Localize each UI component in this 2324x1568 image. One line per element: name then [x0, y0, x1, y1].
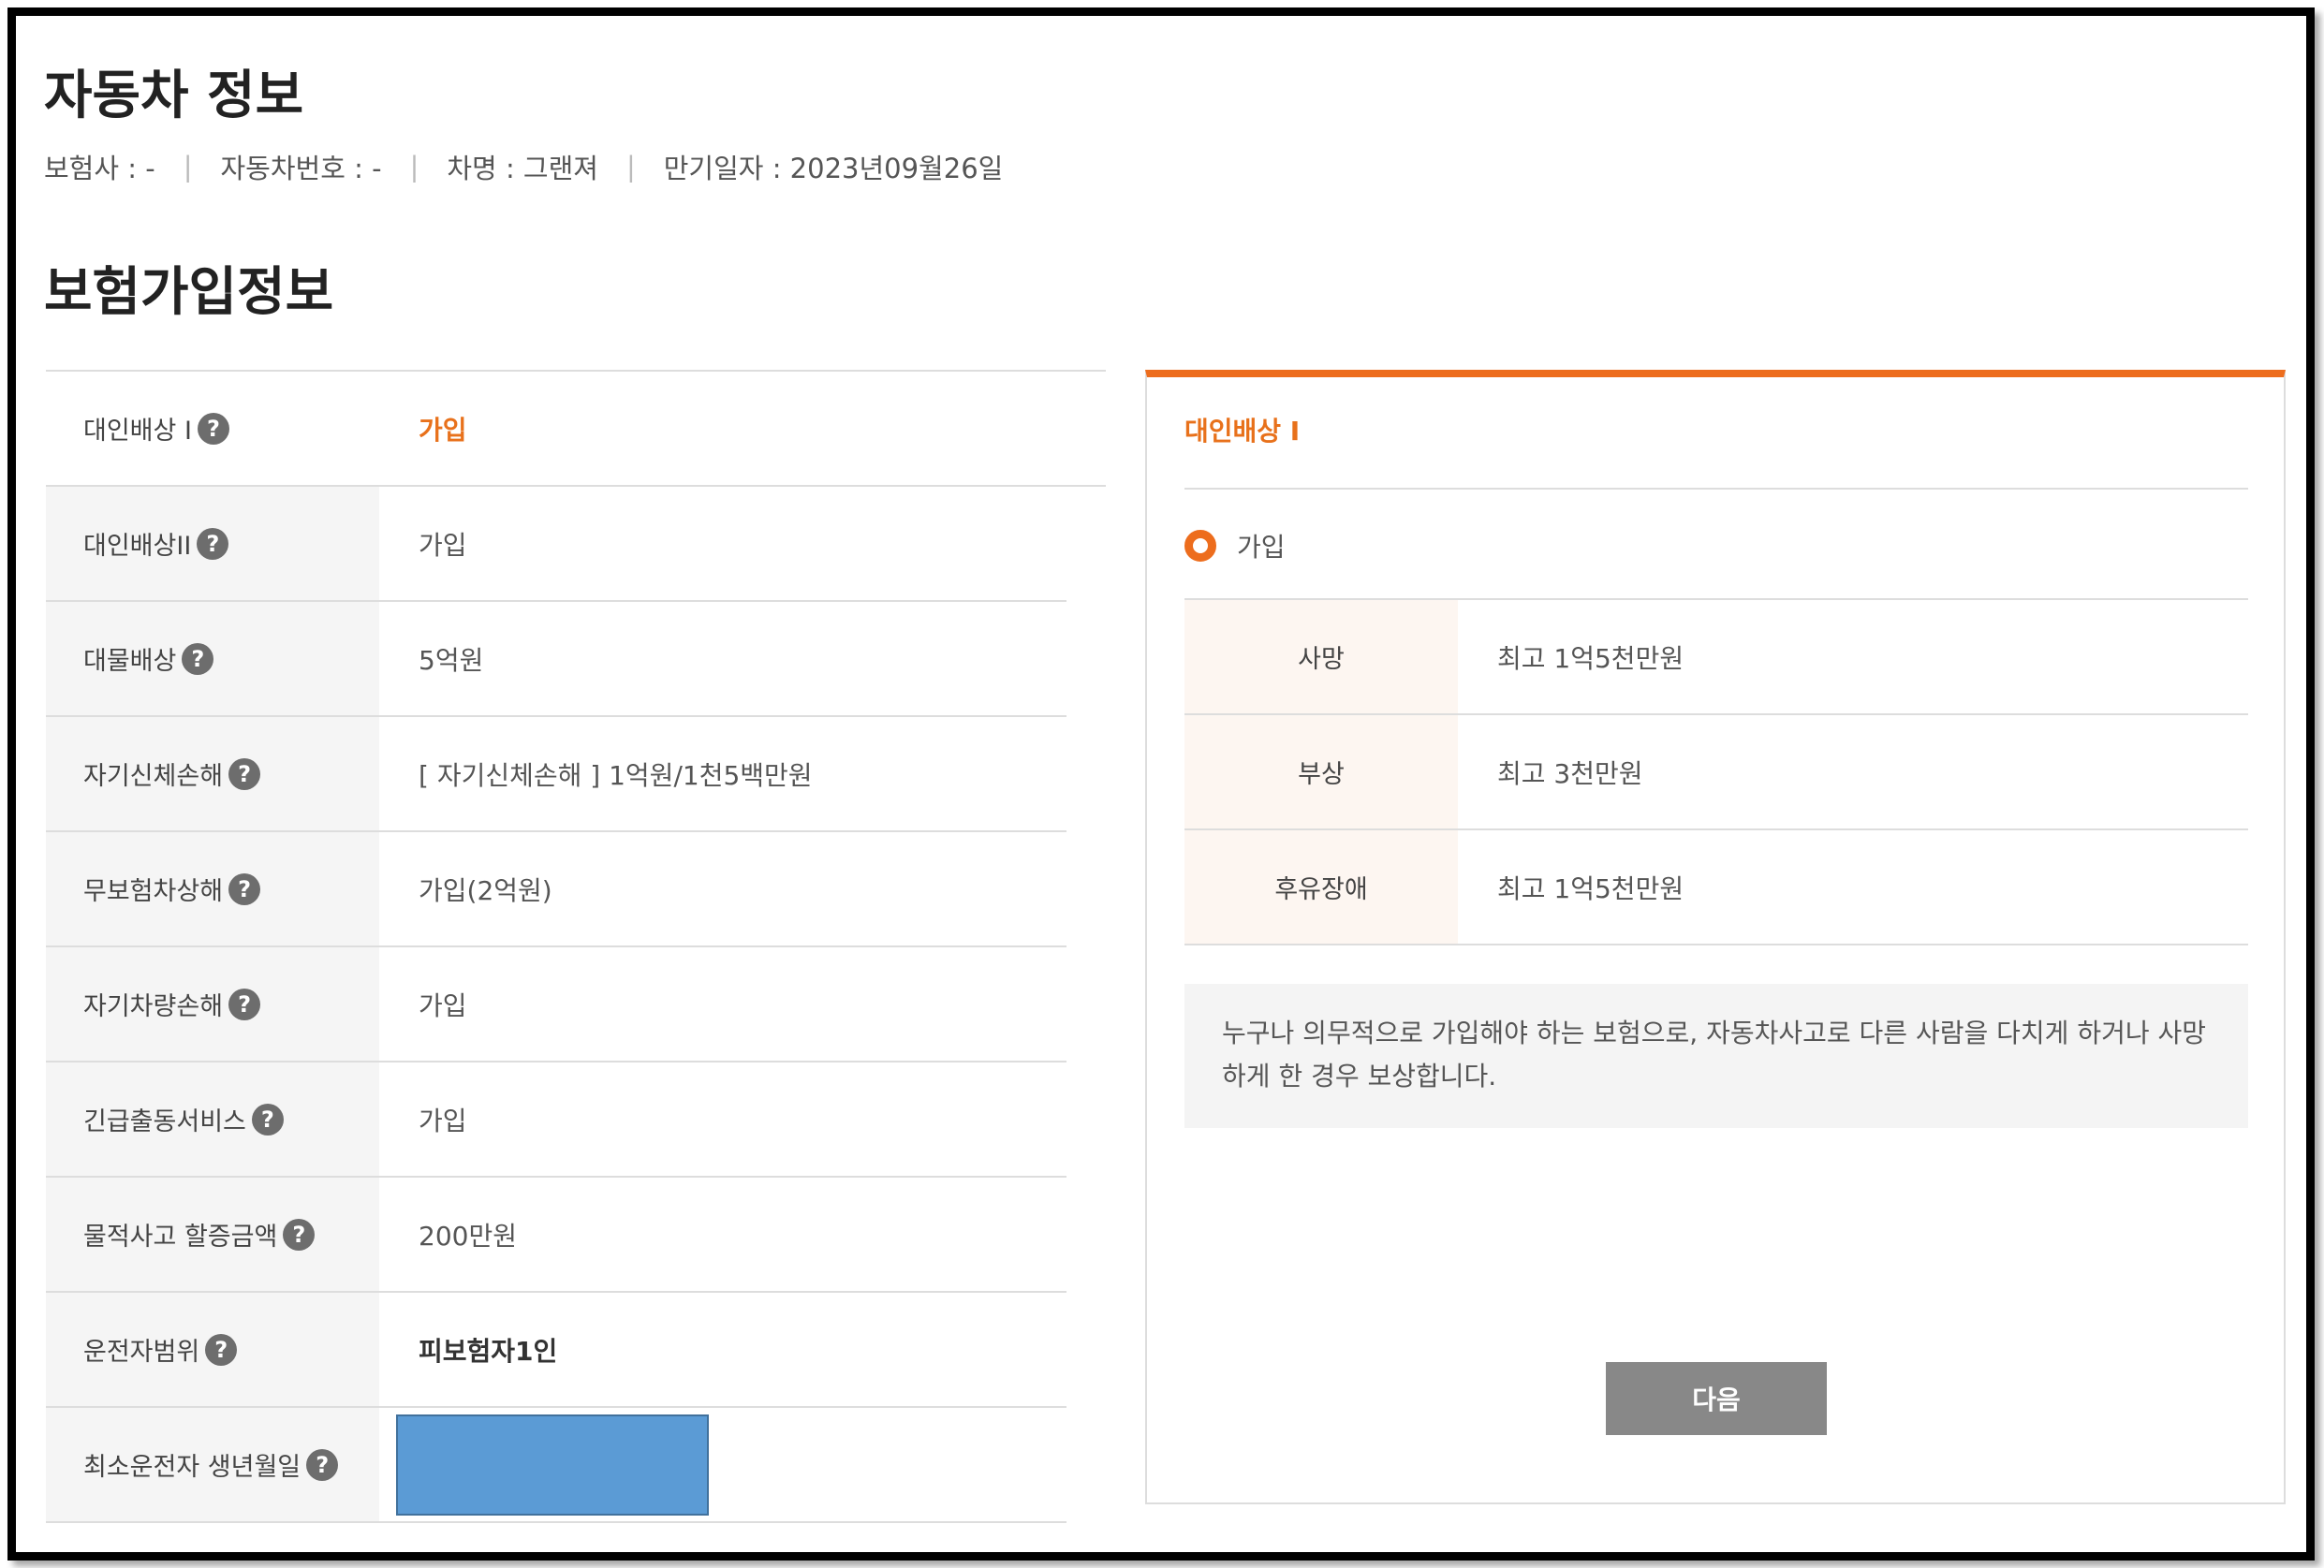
- row-label-text: 최소운전자 생년월일: [83, 1453, 302, 1482]
- row-label-text: 대물배상: [83, 647, 177, 676]
- help-icon[interactable]: ?: [228, 872, 261, 905]
- help-icon[interactable]: ?: [283, 1218, 316, 1251]
- car-info-bar: 보험사 : - | 자동차번호 : - | 차명 : 그랜져 | 만기일자 : …: [44, 147, 1003, 186]
- panel-title: 대인배상 I: [1184, 416, 1301, 447]
- row-label: 대물배상?: [46, 602, 379, 715]
- row-label: 대인배상II?: [46, 487, 379, 600]
- divider: |: [409, 151, 419, 183]
- help-icon[interactable]: ?: [228, 988, 261, 1020]
- row-value: [ 자기신체손해 ] 1억원/1천5백만원: [419, 759, 813, 791]
- coverage-value: 최고 1억5천만원: [1497, 872, 1684, 904]
- row-value: 200만원: [419, 1220, 517, 1252]
- help-icon[interactable]: ?: [251, 1103, 284, 1136]
- row-label-text: 무보험차상해: [83, 877, 224, 906]
- row-label-text: 자기신체손해: [83, 762, 224, 791]
- car-info-title: 자동차 정보: [44, 66, 304, 126]
- help-icon[interactable]: ?: [197, 412, 229, 445]
- table-row[interactable]: 물적사고 할증금액? 200만원: [46, 1178, 1066, 1293]
- radio-selected-icon[interactable]: [1184, 530, 1216, 562]
- row-label-text: 운전자범위: [83, 1338, 200, 1367]
- next-button[interactable]: 다음: [1606, 1362, 1827, 1435]
- coverage-key: 후유장애: [1184, 830, 1458, 944]
- table-row[interactable]: 최소운전자 생년월일?: [46, 1408, 1066, 1523]
- row-label: 자기신체손해?: [46, 717, 379, 830]
- row-label-text: 대인배상 I: [83, 417, 192, 446]
- coverage-detail-panel: 대인배상 I 가입 사망 최고 1억5천만원 부상 최고 3천만원 후유장애 최…: [1145, 370, 2286, 1504]
- divider: |: [183, 151, 193, 183]
- coverage-description: 누구나 의무적으로 가입해야 하는 보험으로, 자동차사고로 다른 사람을 다치…: [1184, 984, 2248, 1128]
- row-label: 물적사고 할증금액?: [46, 1178, 379, 1291]
- help-icon[interactable]: ?: [182, 642, 214, 675]
- screenshot-frame: 자동차 정보 보험사 : - | 자동차번호 : - | 차명 : 그랜져 | …: [7, 7, 2315, 1561]
- row-value: 가입: [419, 529, 467, 561]
- coverage-key: 부상: [1184, 715, 1458, 828]
- insurance-info-title: 보험가입정보: [44, 262, 334, 323]
- row-label: 최소운전자 생년월일?: [46, 1408, 379, 1521]
- car-number-text: 자동차번호 : -: [220, 153, 382, 184]
- coverage-value: 최고 1억5천만원: [1497, 642, 1684, 674]
- table-row: 후유장애 최고 1억5천만원: [1184, 830, 2248, 945]
- car-name-text: 차명 : 그랜져: [447, 153, 598, 184]
- help-icon[interactable]: ?: [228, 757, 261, 790]
- row-label-text: 긴급출동서비스: [83, 1107, 246, 1136]
- help-icon[interactable]: ?: [205, 1333, 238, 1366]
- row-label-text: 물적사고 할증금액: [83, 1223, 278, 1252]
- row-value: 가입(2억원): [419, 874, 552, 906]
- table-row[interactable]: 대인배상 I? 가입: [46, 370, 1106, 487]
- row-label: 무보험차상해?: [46, 832, 379, 945]
- divider: |: [625, 151, 636, 183]
- row-value: 가입: [419, 414, 467, 446]
- table-row[interactable]: 운전자범위? 피보험자1인: [46, 1293, 1066, 1408]
- coverage-key: 사망: [1184, 600, 1458, 713]
- row-value: 가입: [419, 1105, 467, 1136]
- table-row: 사망 최고 1억5천만원: [1184, 600, 2248, 715]
- table-row[interactable]: 자기신체손해? [ 자기신체손해 ] 1억원/1천5백만원: [46, 717, 1066, 832]
- row-label: 대인배상 I?: [46, 372, 379, 485]
- row-value: 가입: [419, 989, 467, 1021]
- table-row[interactable]: 무보험차상해? 가입(2억원): [46, 832, 1066, 947]
- row-label-text: 자기차량손해: [83, 992, 224, 1021]
- table-row[interactable]: 대물배상? 5억원: [46, 602, 1066, 717]
- table-row: 부상 최고 3천만원: [1184, 715, 2248, 830]
- redacted-birthdate: [396, 1414, 709, 1516]
- row-value: 피보험자1인: [419, 1335, 558, 1367]
- row-label: 긴급출동서비스?: [46, 1062, 379, 1176]
- coverage-value: 최고 3천만원: [1497, 757, 1643, 789]
- row-label: 운전자범위?: [46, 1293, 379, 1406]
- coverage-table: 사망 최고 1억5천만원 부상 최고 3천만원 후유장애 최고 1억5천만원: [1184, 598, 2248, 945]
- row-label: 자기차량손해?: [46, 947, 379, 1061]
- expiry-text: 만기일자 : 2023년09월26일: [663, 153, 1004, 184]
- row-value: 5억원: [419, 644, 484, 676]
- insurer-text: 보험사 : -: [44, 153, 155, 184]
- divider: [1184, 488, 2248, 490]
- table-row[interactable]: 긴급출동서비스? 가입: [46, 1062, 1066, 1178]
- row-label-text: 대인배상II: [83, 532, 192, 561]
- join-option[interactable]: 가입: [1184, 527, 1286, 564]
- insurance-table: 대인배상 I? 가입 대인배상II? 가입 대물배상? 5억원 자기신체손해? …: [46, 370, 1106, 1523]
- help-icon[interactable]: ?: [306, 1448, 339, 1481]
- table-row[interactable]: 자기차량손해? 가입: [46, 947, 1066, 1062]
- help-icon[interactable]: ?: [197, 527, 229, 560]
- join-option-label: 가입: [1237, 532, 1286, 563]
- table-row[interactable]: 대인배상II? 가입: [46, 487, 1066, 602]
